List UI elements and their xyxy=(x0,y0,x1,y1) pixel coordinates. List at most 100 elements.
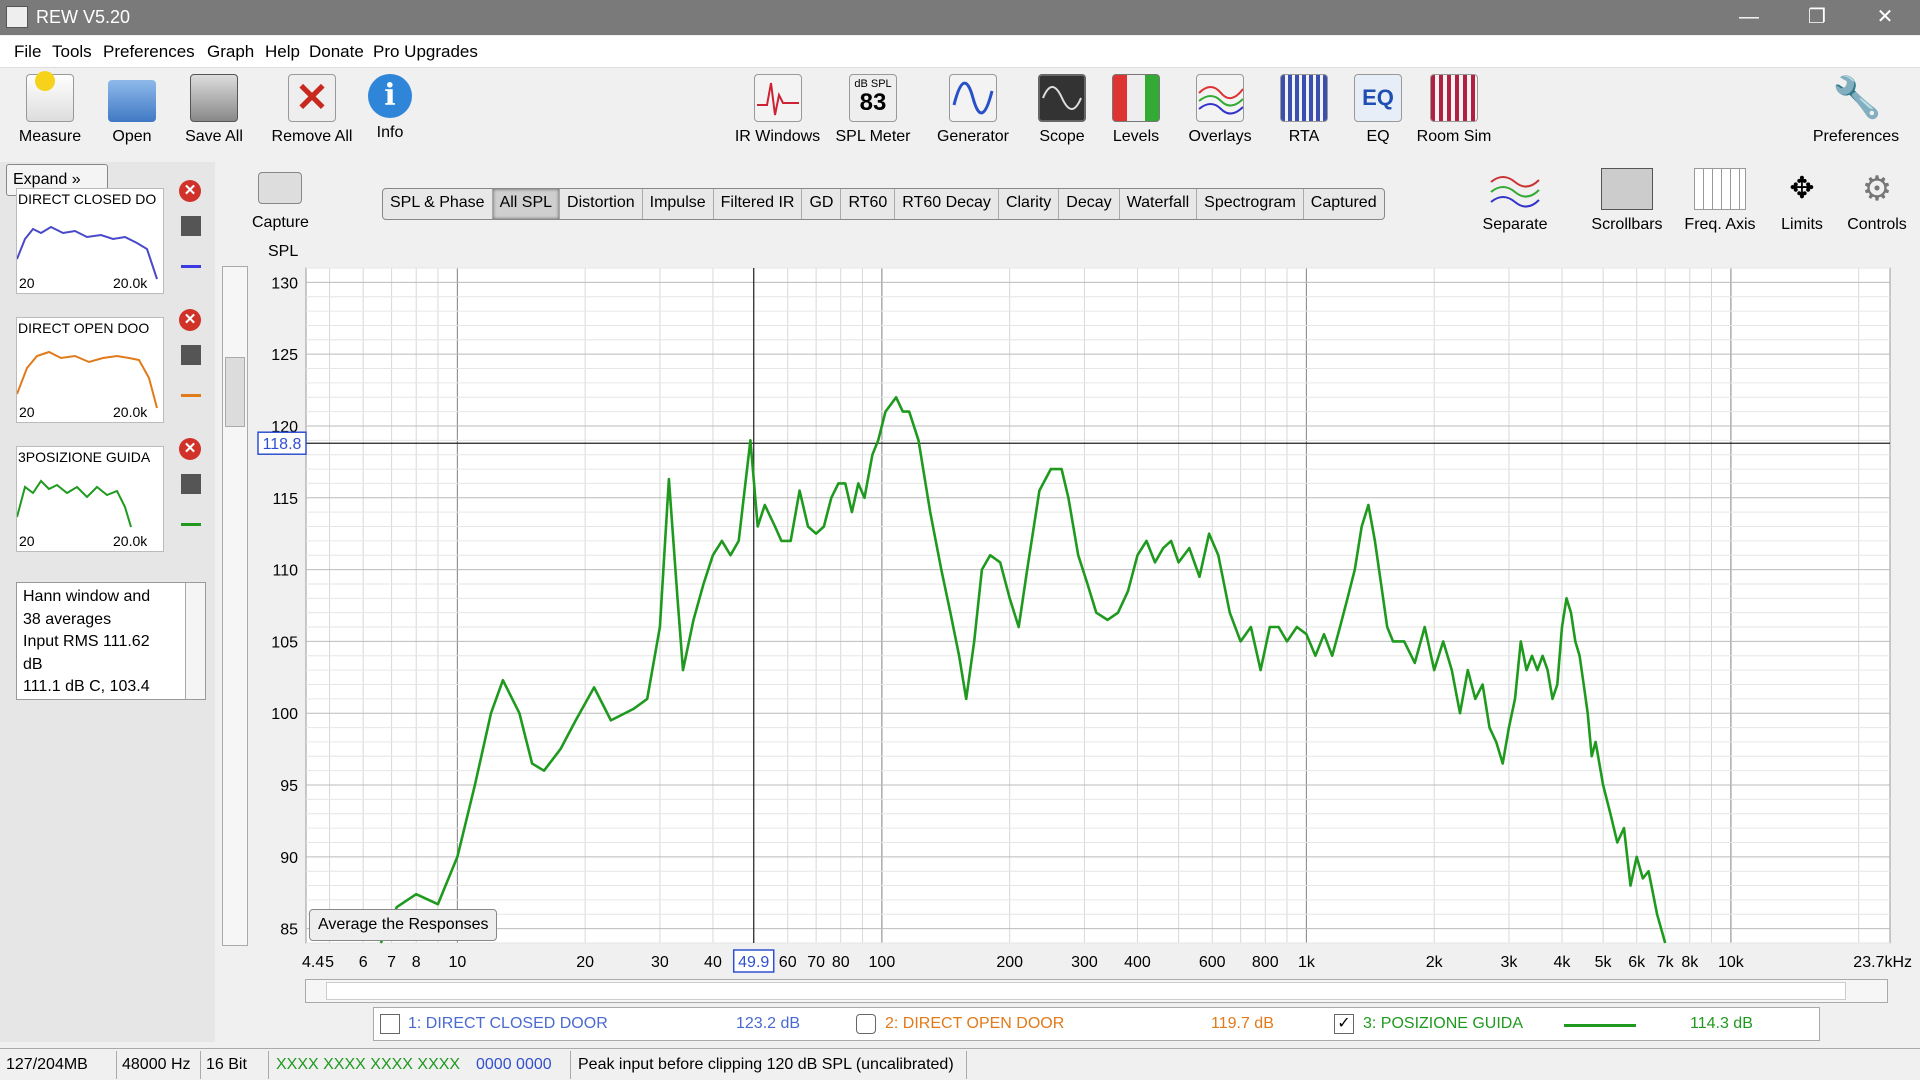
camera-icon xyxy=(258,172,303,204)
ir-windows-button[interactable]: IR Windows xyxy=(730,74,825,146)
spl-meter-badge-unit: dB SPL xyxy=(854,78,892,90)
save-measurement-icon[interactable] xyxy=(181,474,201,494)
y-tick-label: 85 xyxy=(280,922,298,939)
generator-button[interactable]: Generator xyxy=(928,74,1018,146)
vertical-scrollbar[interactable] xyxy=(222,266,248,946)
main-toolbar: Measure Open Save All ✕ Remove All i Inf… xyxy=(0,68,1920,162)
tab-spectrogram[interactable]: Spectrogram xyxy=(1197,189,1304,219)
restore-button[interactable]: ❐ xyxy=(1783,0,1851,35)
tab-distortion[interactable]: Distortion xyxy=(560,189,643,219)
input-meter-blue: 0000 0000 xyxy=(476,1056,552,1073)
menu-graph[interactable]: Graph xyxy=(207,42,254,62)
levels-button[interactable]: Levels xyxy=(1106,74,1166,146)
info-button[interactable]: i Info xyxy=(362,74,418,142)
cursor-y-label: 118.8 xyxy=(263,436,302,453)
tab-filtered-ir[interactable]: Filtered IR xyxy=(714,189,803,219)
spl-meter-button[interactable]: dB SPL 83 SPL Meter xyxy=(833,74,913,146)
measurement-card-1[interactable]: DIRECT CLOSED DO 20 20.0k ✕ xyxy=(6,176,210,304)
tab-captured[interactable]: Captured xyxy=(1304,189,1384,219)
tab-impulse[interactable]: Impulse xyxy=(643,189,714,219)
trace-legend: 1: DIRECT CLOSED DOOR 123.2 dB 2: DIRECT… xyxy=(373,1007,1820,1041)
edit-notes-icon[interactable] xyxy=(181,248,201,268)
menu-donate[interactable]: Donate xyxy=(309,42,364,62)
remove-measurement-icon[interactable]: ✕ xyxy=(179,438,201,460)
measurement-thumbnail[interactable]: 3POSIZIONE GUIDA 20 20.0k xyxy=(16,446,164,552)
menu-tools[interactable]: Tools xyxy=(52,42,92,62)
thumb-x-end: 20.0k xyxy=(113,275,148,291)
x-tick-label: 8k xyxy=(1681,954,1699,971)
scrollbars-button[interactable]: Scrollbars xyxy=(1587,168,1667,234)
x-tick-label: 6 xyxy=(359,954,368,971)
scope-icon xyxy=(1038,74,1086,122)
y-tick-label: 100 xyxy=(271,706,298,723)
freq-axis-button[interactable]: Freq. Axis xyxy=(1678,168,1762,234)
edit-notes-icon[interactable] xyxy=(181,506,201,526)
wrench-icon: 🔧 xyxy=(1832,76,1882,120)
measurement-thumbnail[interactable]: DIRECT CLOSED DO 20 20.0k xyxy=(16,188,164,294)
overlays-button[interactable]: Overlays xyxy=(1180,74,1260,146)
tab-rt60-decay[interactable]: RT60 Decay xyxy=(895,189,999,219)
menu-help[interactable]: Help xyxy=(265,42,300,62)
x-tick-label: 600 xyxy=(1199,954,1226,971)
save-measurement-icon[interactable] xyxy=(181,345,201,365)
x-tick-label: 80 xyxy=(832,954,850,971)
thumb-x-start: 20 xyxy=(19,275,35,291)
levels-icon xyxy=(1112,74,1160,122)
minimize-button[interactable]: — xyxy=(1715,0,1783,35)
x-tick-label: 100 xyxy=(869,954,896,971)
measurement-card-3[interactable]: 3POSIZIONE GUIDA 20 20.0k ✕ xyxy=(6,434,210,562)
measurement-notes[interactable]: Hann window and 38 averages Input RMS 11… xyxy=(16,582,206,700)
tab-decay[interactable]: Decay xyxy=(1059,189,1120,219)
remove-all-button[interactable]: ✕ Remove All xyxy=(264,74,360,146)
measure-label: Measure xyxy=(18,128,82,145)
menu-pro-upgrades[interactable]: Pro Upgrades xyxy=(373,42,478,62)
horizontal-scrollbar[interactable] xyxy=(305,979,1888,1003)
trace-3-line-swatch xyxy=(1564,1024,1636,1027)
horizontal-scroll-thumb[interactable] xyxy=(326,982,1846,1000)
measurement-thumbnail[interactable]: DIRECT OPEN DOO 20 20.0k xyxy=(16,317,164,423)
rta-button[interactable]: RTA xyxy=(1274,74,1334,146)
notes-scrollbar[interactable] xyxy=(185,583,205,699)
trace-2-checkbox[interactable] xyxy=(856,1014,876,1034)
separate-button[interactable]: Separate xyxy=(1478,168,1552,234)
tab-spl-phase[interactable]: SPL & Phase xyxy=(383,189,493,219)
tab-gd[interactable]: GD xyxy=(802,189,842,219)
y-tick-label: 110 xyxy=(272,563,298,580)
x-tick-label: 30 xyxy=(651,954,669,971)
open-button[interactable]: Open xyxy=(96,74,168,146)
tab-rt60[interactable]: RT60 xyxy=(841,189,896,219)
remove-measurement-icon[interactable]: ✕ xyxy=(179,180,201,202)
limits-button[interactable]: ✥ Limits xyxy=(1772,168,1832,234)
y-tick-label: 115 xyxy=(272,491,298,508)
spl-graph[interactable]: 859095100105110115120125130SPL4.4 5 6 7 8 10 2… xyxy=(0,0,1920,1080)
x-tick-label: 10k xyxy=(1718,954,1745,971)
trace-3-checkbox[interactable]: ✓ xyxy=(1334,1014,1354,1034)
average-responses-button[interactable]: Average the Responses xyxy=(309,909,498,941)
controls-icon: ⚙ xyxy=(1861,170,1893,208)
tab-all-spl[interactable]: All SPL xyxy=(492,189,561,219)
menu-file[interactable]: File xyxy=(14,42,41,62)
preferences-button[interactable]: 🔧 Preferences xyxy=(1808,74,1904,146)
edit-notes-icon[interactable] xyxy=(181,377,201,397)
vertical-scroll-thumb[interactable] xyxy=(225,357,245,427)
measurement-card-2[interactable]: DIRECT OPEN DOO 20 20.0k ✕ xyxy=(6,305,210,433)
tab-clarity[interactable]: Clarity xyxy=(999,189,1060,219)
menu-preferences[interactable]: Preferences xyxy=(103,42,195,62)
save-all-button[interactable]: Save All xyxy=(178,74,250,146)
trace-1-checkbox[interactable] xyxy=(380,1014,400,1034)
save-all-label: Save All xyxy=(185,128,243,145)
capture-button[interactable]: Capture xyxy=(252,172,309,232)
measure-button[interactable]: Measure xyxy=(14,71,86,146)
separate-icon xyxy=(1489,168,1541,210)
room-sim-button[interactable]: Room Sim xyxy=(1416,74,1492,146)
measurement-name: DIRECT OPEN DOO xyxy=(18,320,150,336)
remove-measurement-icon[interactable]: ✕ xyxy=(179,309,201,331)
save-measurement-icon[interactable] xyxy=(181,216,201,236)
scope-button[interactable]: Scope xyxy=(1030,74,1094,146)
status-bar: 127/204MB 48000 Hz 16 Bit XXXX XXXX XXXX… xyxy=(0,1048,1920,1080)
controls-button[interactable]: ⚙ Controls xyxy=(1842,168,1912,234)
eq-button[interactable]: EQ EQ xyxy=(1350,74,1406,146)
tab-waterfall[interactable]: Waterfall xyxy=(1120,189,1198,219)
close-window-button[interactable]: ✕ xyxy=(1851,0,1919,35)
overlays-icon xyxy=(1196,74,1244,122)
